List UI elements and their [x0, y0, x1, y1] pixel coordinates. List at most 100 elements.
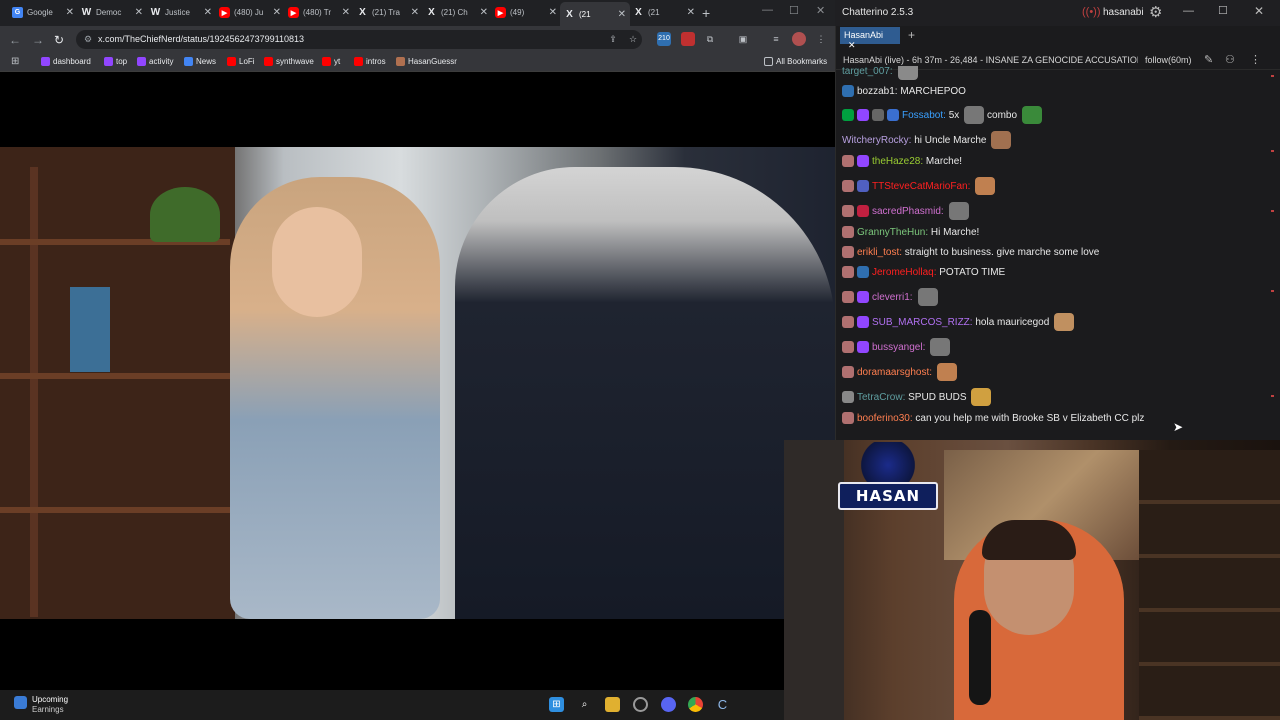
chat-username[interactable]: bussyangel:	[872, 342, 925, 353]
widget-line1[interactable]: Upcoming	[32, 695, 68, 704]
chat-message[interactable]: bussyangel:	[842, 338, 951, 356]
chat-username[interactable]: target_007:	[842, 66, 893, 77]
bookmark-item[interactable]: News	[184, 57, 216, 66]
chat-username[interactable]: doramaarsghost:	[857, 367, 932, 378]
back-arrow-icon[interactable]: ←	[9, 33, 21, 47]
close-window-icon[interactable]: ✕	[816, 4, 825, 17]
bookmark-item[interactable]: LoFi	[227, 57, 255, 66]
extension-icon[interactable]	[681, 32, 695, 46]
chat-message[interactable]: target_007:	[842, 66, 918, 80]
close-tab-icon[interactable]: ✕	[687, 7, 695, 18]
bookmark-item[interactable]: top	[104, 57, 127, 66]
chat-message[interactable]: Fossabot: 5x combo	[842, 106, 1043, 124]
all-bookmarks-folder[interactable]: All Bookmarks	[764, 57, 827, 66]
chat-username[interactable]: bozzab1:	[857, 86, 898, 97]
bookmark-star-icon[interactable]: ☆	[626, 32, 640, 46]
file-explorer-icon[interactable]	[605, 697, 620, 712]
add-tab-icon[interactable]: +	[908, 28, 915, 42]
browser-tab[interactable]: X (21 ✕	[629, 3, 699, 22]
minimize-icon[interactable]: —	[1183, 5, 1194, 17]
chat-message[interactable]: booferino30: can you help me with Brooke…	[842, 409, 1144, 427]
chat-tab-hasanabi[interactable]: HasanAbi ✕	[840, 27, 900, 50]
follow-mode-label[interactable]: follow(60m)	[1145, 55, 1192, 65]
close-tab-icon[interactable]: ✕	[204, 7, 212, 18]
browser-tab[interactable]: ▶ (49) ✕	[491, 3, 561, 22]
reload-icon[interactable]: ↻	[54, 33, 64, 47]
new-tab-button[interactable]: +	[702, 5, 710, 21]
close-tab-icon[interactable]: ✕	[549, 7, 557, 18]
close-tab-icon[interactable]: ✕	[480, 7, 488, 18]
more-menu-icon[interactable]: ⋮	[814, 32, 828, 46]
apps-grid-icon[interactable]: ⊞	[11, 56, 19, 67]
chat-message[interactable]: sacredPhasmid:	[842, 202, 969, 220]
chat-message[interactable]: erikli_tost: straight to business. give …	[842, 243, 1099, 261]
chat-username[interactable]: WitcheryRocky:	[842, 135, 911, 146]
close-tab-icon[interactable]: ✕	[135, 7, 143, 18]
chat-message[interactable]: cleverri1:	[842, 288, 938, 306]
browser-tab[interactable]: ▶ (480) Ju ✕	[215, 3, 285, 22]
url-text[interactable]: x.com/TheChiefNerd/status/19245624737991…	[98, 34, 304, 44]
chat-username[interactable]: TTSteveCatMarioFan:	[872, 181, 970, 192]
chat-username[interactable]: sacredPhasmid:	[872, 206, 944, 217]
browser-tab[interactable]: G Google ✕	[8, 3, 78, 22]
pencil-icon[interactable]: ✎	[1204, 53, 1213, 66]
chrome-icon[interactable]	[688, 697, 703, 712]
maximize-icon[interactable]: ☐	[789, 4, 799, 17]
extensions-puzzle-icon[interactable]: ⧉	[703, 32, 717, 46]
bookmark-item[interactable]: synthwave	[264, 57, 314, 66]
obs-icon[interactable]	[633, 697, 648, 712]
bookmark-item[interactable]: yt	[322, 57, 340, 66]
close-tab-icon[interactable]: ✕	[66, 7, 74, 18]
tab-search-icon[interactable]: ▣	[736, 32, 750, 46]
close-tab-icon[interactable]: ✕	[273, 7, 281, 18]
chat-username[interactable]: JeromeHollaq:	[872, 267, 936, 278]
chat-message[interactable]: TetraCrow: SPUD BUDS	[842, 388, 992, 406]
browser-tab[interactable]: ▶ (480) Tr ✕	[284, 3, 354, 22]
browser-tab[interactable]: W Democ ✕	[77, 3, 147, 22]
browser-tab[interactable]: W Justice ✕	[146, 3, 216, 22]
search-icon[interactable]: ⌕	[577, 697, 592, 712]
chat-username[interactable]: theHaze28:	[872, 156, 923, 167]
bookmark-item[interactable]: intros	[354, 57, 386, 66]
chat-username[interactable]: booferino30:	[857, 413, 913, 424]
chat-username[interactable]: SUB_MARCOS_RIZZ:	[872, 317, 973, 328]
install-app-icon[interactable]: ⇪	[606, 32, 620, 46]
more-options-icon[interactable]: ⋮	[1250, 53, 1261, 66]
close-tab-icon[interactable]: ✕	[848, 40, 856, 50]
chat-message[interactable]: WitcheryRocky: hi Uncle Marche	[842, 131, 1012, 149]
chat-message[interactable]: SUB_MARCOS_RIZZ: hola mauricegod	[842, 313, 1075, 331]
chat-message[interactable]: GrannyTheHun: Hi Marche!	[842, 223, 979, 241]
bookmark-item[interactable]: dashboard	[41, 57, 91, 66]
browser-tab[interactable]: X (21) Tra ✕	[353, 3, 423, 22]
maximize-icon[interactable]: ☐	[1218, 4, 1228, 17]
weather-widget-icon[interactable]	[14, 696, 27, 709]
discord-icon[interactable]	[661, 697, 676, 712]
bookmark-item[interactable]: activity	[137, 57, 173, 66]
chat-message[interactable]: theHaze28: Marche!	[842, 152, 962, 170]
chat-username[interactable]: cleverri1:	[872, 292, 913, 303]
chat-message[interactable]: bozzab1: MARCHEPOO	[842, 82, 966, 100]
media-control-icon[interactable]: ≡	[769, 32, 783, 46]
chat-username[interactable]: Fossabot:	[902, 110, 946, 121]
browser-tab[interactable]: X (21 ✕	[560, 2, 630, 26]
close-tab-icon[interactable]: ✕	[411, 7, 419, 18]
site-info-icon[interactable]: ⚙	[84, 34, 92, 45]
start-menu-icon[interactable]: ⊞	[549, 697, 564, 712]
chatterino-icon[interactable]: C	[715, 697, 730, 712]
video-player[interactable]	[0, 147, 835, 619]
close-tab-icon[interactable]: ✕	[342, 7, 350, 18]
chat-message-list[interactable]: target_007: bozzab1: MARCHEPOO Fossabot: 5…	[836, 66, 1268, 440]
minimize-icon[interactable]: —	[762, 4, 773, 16]
chat-message[interactable]: TTSteveCatMarioFan:	[842, 177, 996, 195]
user-list-icon[interactable]: ⚇	[1225, 53, 1235, 66]
chat-username[interactable]: erikli_tost:	[857, 247, 902, 258]
chat-username[interactable]: TetraCrow:	[857, 392, 905, 403]
browser-tab[interactable]: X (21) Ch ✕	[422, 3, 492, 22]
chat-message[interactable]: doramaarsghost:	[842, 363, 958, 381]
extension-badge[interactable]: 210	[657, 32, 671, 46]
chat-message[interactable]: JeromeHollaq: POTATO TIME	[842, 263, 1005, 281]
chat-username[interactable]: GrannyTheHun:	[857, 227, 928, 238]
bookmark-item[interactable]: HasanGuessr	[396, 57, 457, 66]
settings-gear-icon[interactable]: ⚙	[1149, 3, 1162, 21]
account-name[interactable]: hasanabi	[1103, 7, 1144, 18]
